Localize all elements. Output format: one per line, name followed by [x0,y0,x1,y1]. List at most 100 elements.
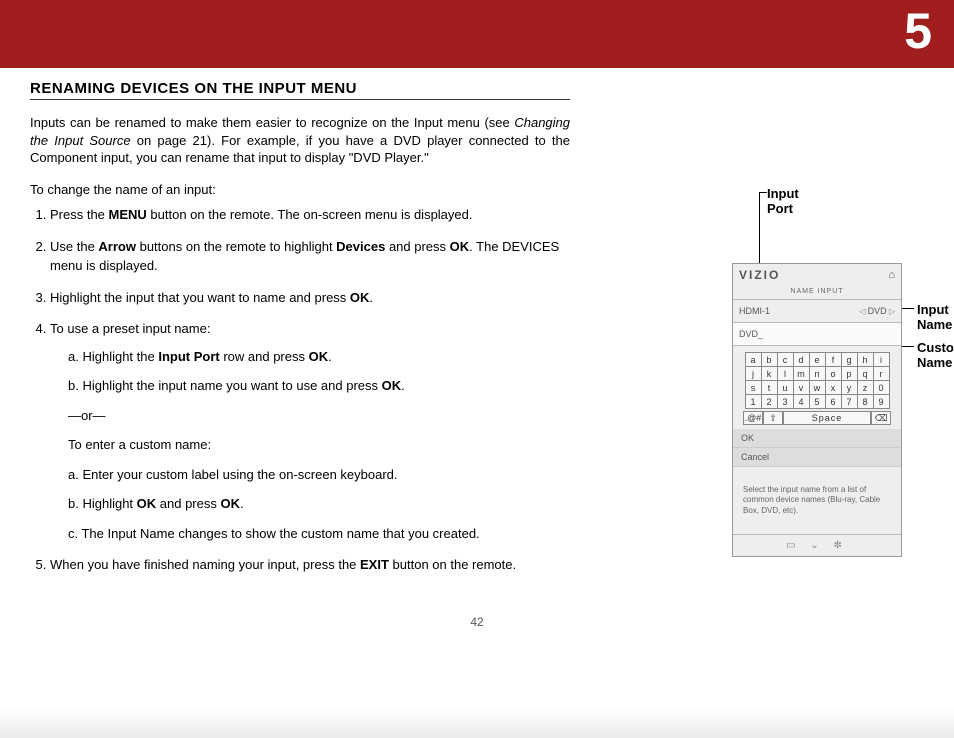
key-5: 5 [809,395,825,409]
t: and press [156,496,220,511]
t: . [240,496,244,511]
lead-text: To change the name of an input: [30,181,570,200]
menu-title: NAME INPUT [733,286,901,300]
page-shadow [0,708,954,738]
key-c: c [777,353,793,367]
name-value: ◁ DVD ▷ [859,306,895,316]
symbol-key: .@# [743,411,763,425]
key-k: k [761,367,777,381]
step-2: Use the Arrow buttons on the remote to h… [50,237,570,276]
step-5: When you have finished naming your input… [50,555,570,575]
key-a: a [745,353,761,367]
key-f: f [825,353,841,367]
t: . [369,290,373,305]
key-6: 6 [825,395,841,409]
custom-c: c. The Input Name changes to show the cu… [68,524,570,544]
key-2: 2 [761,395,777,409]
key-i: i [873,353,889,367]
brand-label: VIZIO [739,268,780,282]
heading-rule [30,99,570,100]
key-8: 8 [857,395,873,409]
shift-key: ⇧ [763,411,783,425]
key-e: e [809,353,825,367]
onscreen-keyboard: abcdefghijklmnopqrstuvwxyz0123456789 .@#… [733,346,901,429]
arrow-bold: Arrow [98,239,136,254]
key-u: u [777,381,793,395]
key-1: 1 [745,395,761,409]
hint-text: Select the input name from a list of com… [733,467,901,534]
t: To use a preset input name: [50,321,210,336]
step-1: Press the MENU button on the remote. The… [50,205,570,225]
tv-menu-screenshot: VIZIO ⌂ NAME INPUT HDMI-1 ◁ DVD ▷ DVD_ a… [732,263,902,557]
key-p: p [841,367,857,381]
backspace-key: ⌫ [871,411,891,425]
key-v: v [793,381,809,395]
section-heading: RENAMING DEVICES ON THE INPUT MENU [30,80,570,97]
key-h: h [857,353,873,367]
custom-name-row: DVD_ [733,323,901,346]
ok-row: OK [733,429,901,448]
t: . [328,349,332,364]
keyboard-grid: abcdefghijklmnopqrstuvwxyz0123456789 [745,352,890,409]
key-w: w [809,381,825,395]
footer-icons: ▭ ⌄ ✼ [733,534,901,556]
input-port-bold: Input Port [158,349,219,364]
key-z: z [857,381,873,395]
cancel-row: Cancel [733,448,901,467]
chapter-number: 5 [904,2,932,60]
step-4a: a. Highlight the Input Port row and pres… [68,347,570,367]
t: Highlight the input that you want to nam… [50,290,350,305]
key-j: j [745,367,761,381]
key-b: b [761,353,777,367]
ok-bold: OK [137,496,157,511]
custom-a: a. Enter your custom label using the on-… [68,465,570,485]
page-number: 42 [30,615,924,629]
key-m: m [793,367,809,381]
key-y: y [841,381,857,395]
steps-list: Press the MENU button on the remote. The… [30,205,570,575]
t: . [401,378,405,393]
key-0: 0 [873,381,889,395]
callout-input-name: Input Name [917,302,952,332]
t: b. Highlight [68,496,137,511]
space-key: Space [783,411,871,425]
callout-input-port: Input Port [767,186,799,216]
screenshot-panel: Input Port Input Name Custom Name VIZIO … [577,168,747,462]
ok-bold: OK [350,290,370,305]
left-triangle-icon: ◁ [859,307,867,316]
step-3: Highlight the input that you want to nam… [50,288,570,308]
t: row and press [220,349,309,364]
t: a. Highlight the [68,349,158,364]
key-x: x [825,381,841,395]
step-4b: b. Highlight the input name you want to … [68,376,570,396]
key-r: r [873,367,889,381]
step-4: To use a preset input name: a. Highlight… [50,319,570,543]
exit-bold: EXIT [360,557,389,572]
or-divider: —or— [68,406,570,426]
t: buttons on the remote to highlight [136,239,336,254]
t: b. Highlight the input name you want to … [68,378,382,393]
key-d: d [793,353,809,367]
t: Press the [50,207,109,222]
t: button on the remote. [389,557,516,572]
intro-text-1: Inputs can be renamed to make them easie… [30,115,514,130]
devices-bold: Devices [336,239,385,254]
t: button on the remote. The on-screen menu… [147,207,473,222]
input-port-row: HDMI-1 ◁ DVD ▷ [733,300,901,323]
key-g: g [841,353,857,367]
menu-bold: MENU [109,207,147,222]
key-s: s [745,381,761,395]
key-q: q [857,367,873,381]
t: and press [385,239,449,254]
t: DVD [868,306,887,316]
key-o: o [825,367,841,381]
callout-custom-name: Custom Name [917,340,954,370]
key-n: n [809,367,825,381]
t: Use the [50,239,98,254]
page-body: RENAMING DEVICES ON THE INPUT MENU Input… [0,68,954,708]
intro-paragraph: Inputs can be renamed to make them easie… [30,114,570,167]
key-7: 7 [841,395,857,409]
key-t: t [761,381,777,395]
t: When you have finished naming your input… [50,557,360,572]
right-triangle-icon: ▷ [887,307,895,316]
